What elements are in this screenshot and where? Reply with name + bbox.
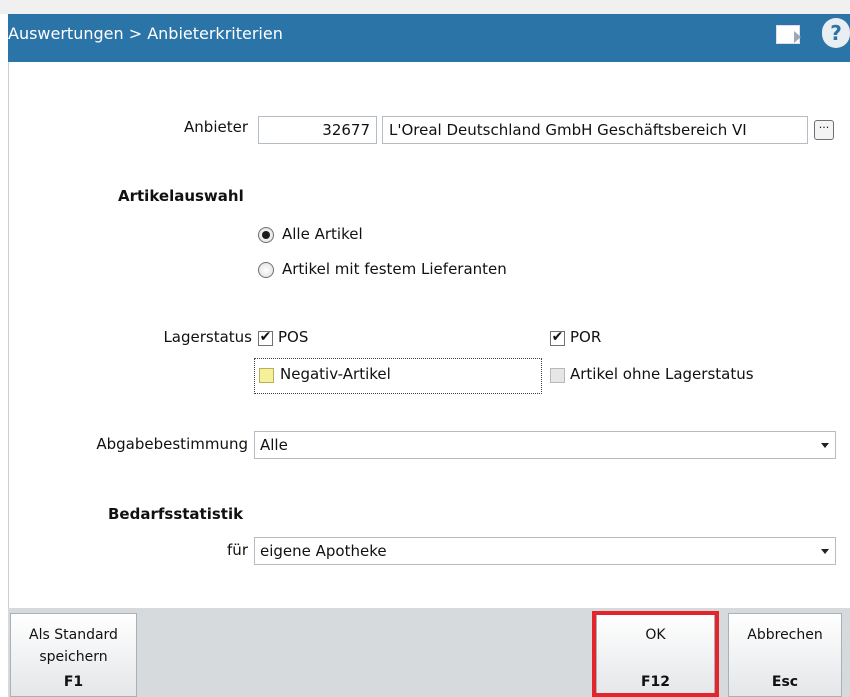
chevron-down-icon — [821, 549, 829, 554]
checkbox-ohne-lagerstatus-label[interactable]: Artikel ohne Lagerstatus — [570, 365, 754, 383]
window-title: Auswertungen > Anbieterkriterien — [8, 24, 283, 43]
abgabebestimmung-value: Alle — [260, 436, 288, 454]
radio-festem-lieferanten[interactable] — [258, 262, 274, 278]
abgabebestimmung-label: Abgabebestimmung — [96, 435, 248, 453]
document-arrow-icon[interactable] — [776, 21, 810, 47]
checkbox-por-label[interactable]: POR — [570, 328, 601, 346]
save-as-default-button[interactable]: Als Standard speichern F1 — [10, 613, 137, 697]
chevron-down-icon — [821, 443, 829, 448]
checkbox-negativ-artikel[interactable] — [259, 368, 274, 383]
checkbox-pos[interactable]: ✔ — [258, 330, 273, 346]
anbieter-label: Anbieter — [184, 118, 248, 136]
radio-festem-lieferanten-label[interactable]: Artikel mit festem Lieferanten — [282, 260, 507, 278]
anbieter-browse-button[interactable]: ··· — [814, 120, 834, 140]
cancel-key: Esc — [771, 674, 799, 690]
bedarfsstatistik-value: eigene Apotheke — [260, 542, 387, 560]
artikelauswahl-heading: Artikelauswahl — [118, 187, 244, 205]
bedarfsstatistik-select[interactable]: eigene Apotheke — [254, 537, 836, 565]
save-as-default-line1: Als Standard — [29, 627, 118, 643]
save-as-default-line2: speichern — [39, 649, 108, 665]
radio-alle-artikel-label[interactable]: Alle Artikel — [282, 225, 363, 243]
bedarfsstatistik-heading: Bedarfsstatistik — [108, 505, 244, 523]
save-as-default-key: F1 — [63, 674, 84, 690]
cancel-button[interactable]: Abbrechen Esc — [728, 613, 842, 697]
fuer-label: für — [227, 541, 248, 559]
checkbox-negativ-artikel-label[interactable]: Negativ-Artikel — [280, 365, 391, 383]
ok-button[interactable]: OK F12 — [596, 613, 715, 697]
ok-label: OK — [645, 627, 666, 643]
help-icon[interactable]: ? — [822, 18, 850, 48]
abgabebestimmung-select[interactable]: Alle — [254, 431, 836, 459]
anbieter-number-field[interactable]: 32677 — [258, 116, 377, 144]
anbieter-name-field[interactable]: L'Oreal Deutschland GmbH Geschäftsbereic… — [382, 116, 808, 144]
radio-alle-artikel[interactable] — [258, 227, 274, 243]
lagerstatus-label: Lagerstatus — [163, 328, 252, 346]
checkbox-ohne-lagerstatus[interactable] — [550, 368, 565, 383]
ok-key: F12 — [640, 674, 671, 690]
checkbox-pos-label[interactable]: POS — [278, 328, 308, 346]
cancel-label: Abbrechen — [747, 627, 823, 643]
checkbox-por[interactable]: ✔ — [550, 330, 565, 346]
dialog-window: Auswertungen > Anbieterkriterien ? Anbie… — [0, 0, 850, 697]
